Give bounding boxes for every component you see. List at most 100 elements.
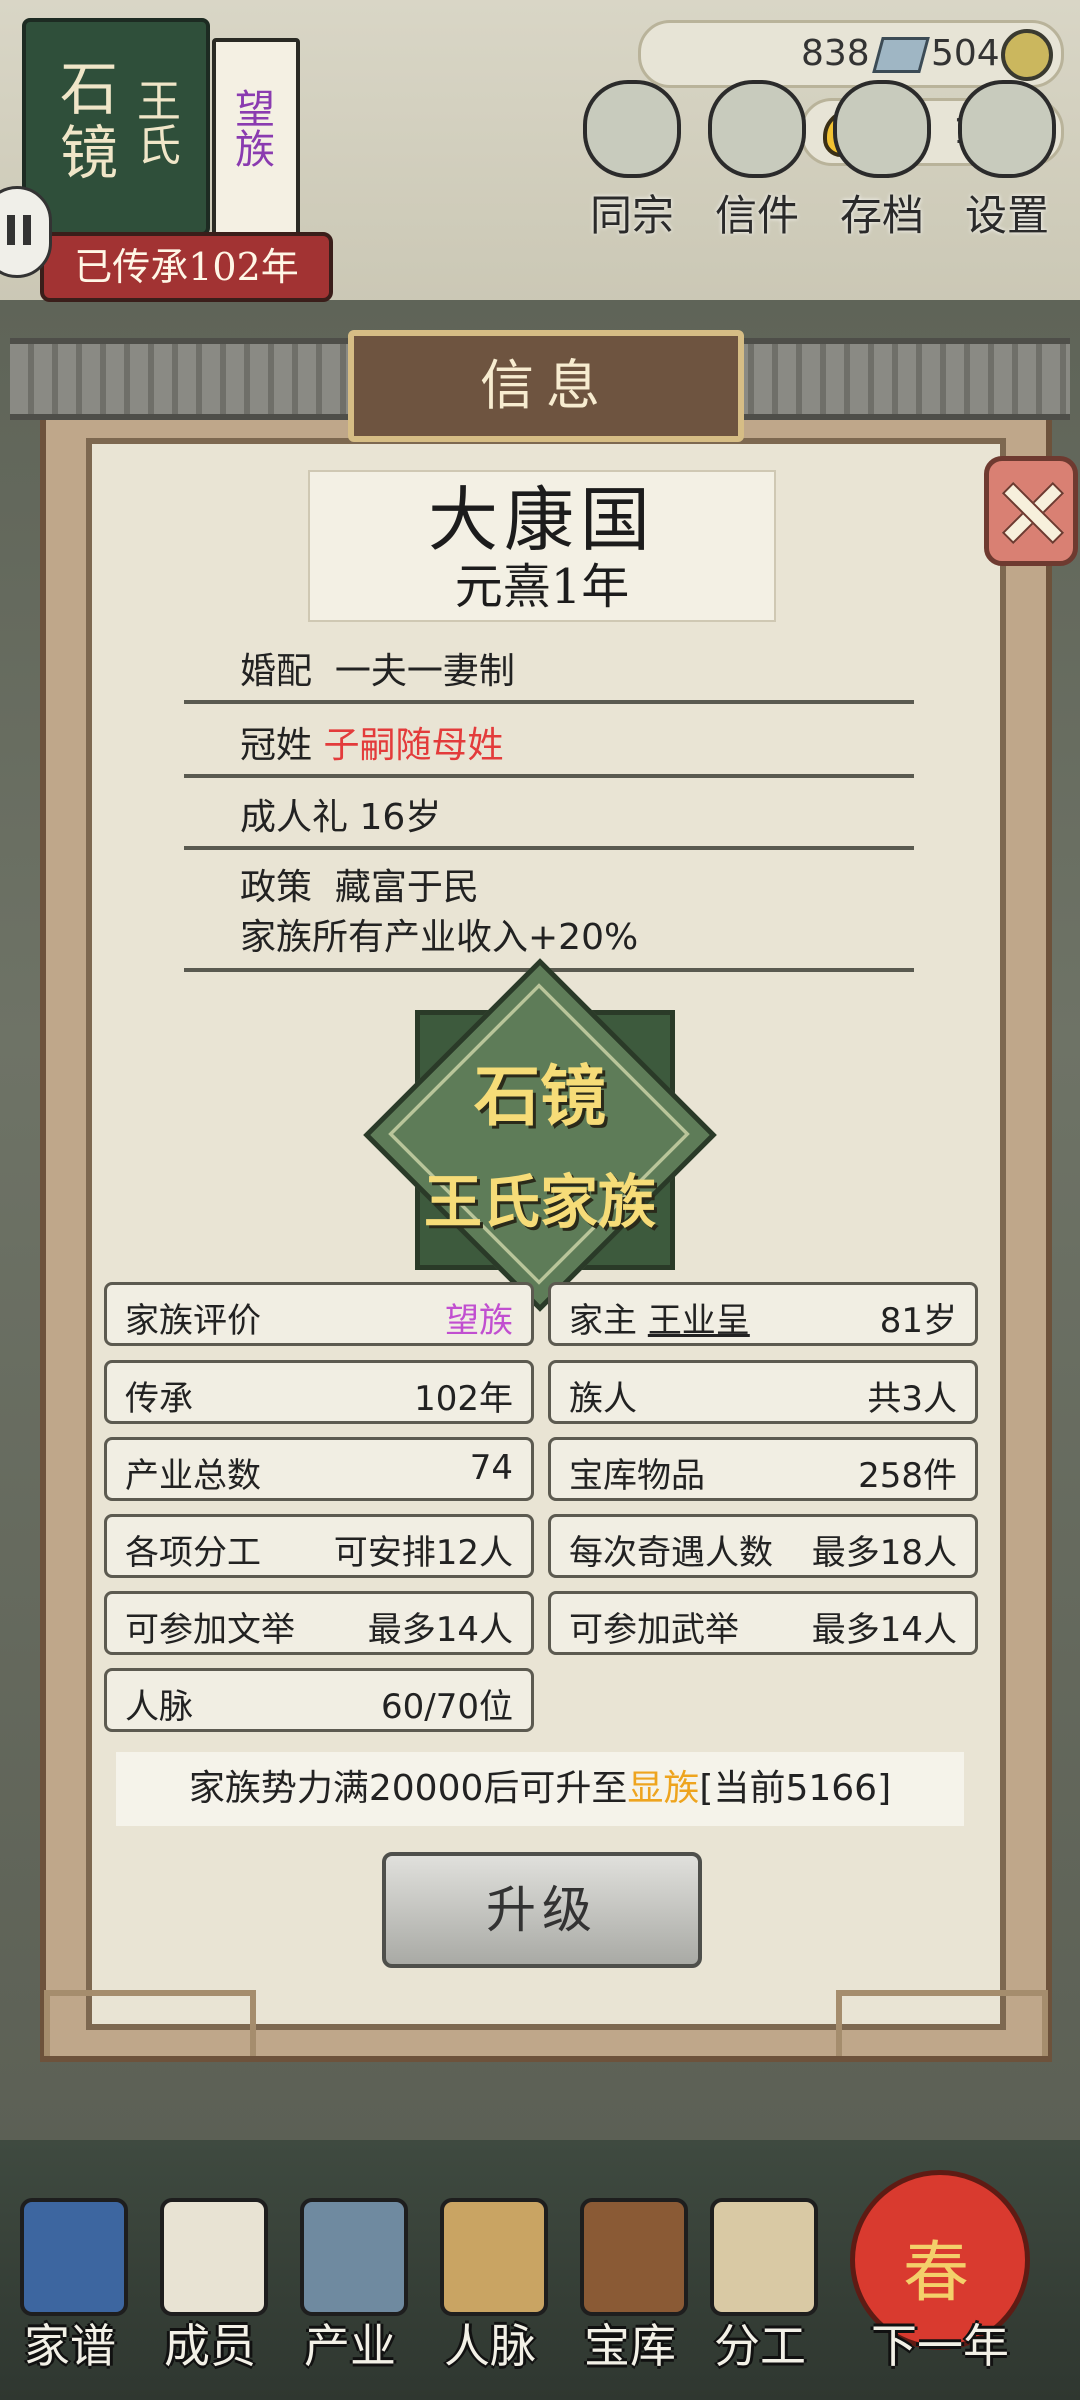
era-year: 元熹1年 bbox=[454, 559, 630, 615]
scroll-brush-icon bbox=[833, 80, 931, 178]
adult-rite-key: 成人礼 bbox=[240, 797, 349, 838]
nav-assignments-label: 分工 bbox=[714, 2319, 806, 2373]
stat-civil-exam: 可参加文举 最多14人 bbox=[104, 1591, 534, 1655]
silver-count: 838 bbox=[801, 33, 870, 74]
menu-settings-label: 设置 bbox=[964, 191, 1049, 240]
scroll-icon bbox=[710, 2198, 818, 2316]
nav-connections[interactable]: 人脉 bbox=[430, 2178, 550, 2373]
stat-value: 可安排12人 bbox=[333, 1533, 513, 1573]
genealogy-book-icon bbox=[20, 2198, 128, 2316]
nav-members[interactable]: 成员 bbox=[150, 2178, 270, 2373]
nav-industry[interactable]: 产业 bbox=[290, 2178, 410, 2373]
policy-text: 政策 藏富于民 bbox=[240, 858, 479, 910]
book-title: 石镜 bbox=[50, 58, 118, 186]
family-book-badge[interactable]: 石镜 王氏 望族 bbox=[22, 18, 300, 238]
surname-text: 冠姓 子嗣随母姓 bbox=[240, 716, 503, 768]
stat-key: 族人 bbox=[569, 1379, 637, 1419]
nav-next-year[interactable]: 下一年 bbox=[870, 2178, 1010, 2373]
surname-key: 冠姓 bbox=[240, 725, 313, 766]
info-row-marriage: 婚配 一夫一妻制 bbox=[184, 636, 914, 704]
copper-coin-icon bbox=[1001, 29, 1053, 81]
book-subtitle: 王氏 bbox=[129, 78, 180, 166]
clan-book-icon bbox=[583, 80, 681, 178]
stat-key: 可参加文举 bbox=[125, 1610, 295, 1650]
gear-icon bbox=[958, 80, 1056, 178]
nav-genealogy-label: 家谱 bbox=[24, 2319, 116, 2373]
stat-connections: 人脉 60/70位 bbox=[104, 1668, 534, 1732]
policy-detail: 家族所有产业收入+20% bbox=[240, 917, 639, 958]
stat-value: 74 bbox=[469, 1448, 513, 1488]
pause-icon bbox=[7, 215, 15, 245]
stat-key: 传承 bbox=[125, 1379, 193, 1419]
stat-key: 家主 bbox=[569, 1301, 637, 1341]
info-row-surname: 冠姓 子嗣随母姓 bbox=[184, 710, 914, 778]
stat-industry-total: 产业总数 74 bbox=[104, 1437, 534, 1501]
close-button[interactable] bbox=[984, 456, 1078, 566]
copper-count: 504 bbox=[931, 33, 1000, 74]
marriage-text: 婚配 一夫一妻制 bbox=[240, 642, 515, 694]
nav-genealogy[interactable]: 家谱 bbox=[10, 2178, 130, 2373]
stat-value: 258件 bbox=[858, 1456, 957, 1496]
emblem-subtitle: 王氏家族 bbox=[423, 1168, 656, 1236]
inherit-years-banner: 已传承102年 bbox=[40, 232, 333, 302]
menu-settings-button[interactable]: 设置 bbox=[947, 80, 1067, 339]
treasure-chest-icon bbox=[580, 2198, 688, 2316]
member-portrait-icon bbox=[160, 2198, 268, 2316]
nav-treasury[interactable]: 宝库 bbox=[570, 2178, 690, 2373]
upgrade-button[interactable]: 升级 bbox=[382, 1852, 702, 1968]
adult-rite-value: 16岁 bbox=[359, 797, 442, 838]
pause-button[interactable] bbox=[0, 186, 52, 278]
country-name: 大康国 bbox=[428, 479, 656, 561]
stat-value: 最多14人 bbox=[811, 1610, 957, 1650]
policy-key: 政策 bbox=[240, 867, 313, 908]
stat-value: 共3人 bbox=[867, 1379, 957, 1419]
fence-left bbox=[44, 1990, 256, 2056]
policy-value: 藏富于民 bbox=[334, 867, 479, 908]
upgrade-note-text: 家族势力满20000后可升至 bbox=[188, 1768, 628, 1809]
stat-key: 家族评价 bbox=[125, 1301, 261, 1341]
stat-key: 产业总数 bbox=[125, 1456, 261, 1496]
nav-industry-label: 产业 bbox=[304, 2319, 396, 2373]
nav-connections-label: 人脉 bbox=[444, 2319, 536, 2373]
stat-encounter-limit: 每次奇遇人数 最多18人 bbox=[548, 1514, 978, 1578]
stat-treasury-items: 宝库物品 258件 bbox=[548, 1437, 978, 1501]
menu-save-button[interactable]: 存档 bbox=[822, 80, 942, 339]
stat-value: 60/70位 bbox=[381, 1687, 513, 1727]
letter-icon bbox=[708, 80, 806, 178]
stat-patriarch: 家主 王业呈 81岁 bbox=[548, 1282, 978, 1346]
pavilion-icon bbox=[300, 2198, 408, 2316]
nav-treasury-label: 宝库 bbox=[584, 2319, 676, 2373]
stat-value: 81岁 bbox=[879, 1301, 957, 1341]
marriage-key: 婚配 bbox=[240, 651, 313, 692]
menu-letters-button[interactable]: 信件 bbox=[697, 80, 817, 339]
silver-ingot-icon bbox=[872, 37, 930, 73]
stat-key: 宝库物品 bbox=[569, 1456, 705, 1496]
emblem-title: 石镜 bbox=[474, 1057, 606, 1135]
next-rank-text: 显族 bbox=[627, 1768, 700, 1809]
stat-key: 人脉 bbox=[125, 1687, 193, 1727]
menu-clan-label: 同宗 bbox=[589, 191, 674, 240]
patriarch-name-link[interactable]: 王业呈 bbox=[648, 1301, 750, 1341]
family-emblem: 石镜 王氏家族 bbox=[360, 955, 720, 1315]
country-card: 大康国 元熹1年 bbox=[308, 470, 776, 622]
stat-key: 可参加武举 bbox=[569, 1610, 739, 1650]
pause-icon-bar bbox=[23, 215, 31, 245]
book-rank-tag: 望族 bbox=[228, 88, 274, 168]
currency-bar-silver-copper: 838 504 bbox=[638, 20, 1064, 88]
stat-value: 102年 bbox=[414, 1379, 513, 1419]
stat-inheritance: 传承 102年 bbox=[104, 1360, 534, 1424]
menu-clan-button[interactable]: 同宗 bbox=[572, 80, 692, 339]
stat-key: 每次奇遇人数 bbox=[569, 1533, 773, 1573]
nav-assignments[interactable]: 分工 bbox=[700, 2178, 820, 2373]
stat-value: 最多14人 bbox=[367, 1610, 513, 1650]
nav-members-label: 成员 bbox=[164, 2319, 256, 2373]
marriage-value: 一夫一妻制 bbox=[334, 651, 515, 692]
stat-military-exam: 可参加武举 最多14人 bbox=[548, 1591, 978, 1655]
adult-rite-text: 成人礼 16岁 bbox=[240, 788, 441, 840]
info-row-adult-rite: 成人礼 16岁 bbox=[184, 782, 914, 850]
nav-next-year-label: 下一年 bbox=[871, 2319, 1009, 2373]
stat-value: 最多18人 bbox=[811, 1533, 957, 1573]
stat-value: 望族 bbox=[445, 1301, 513, 1341]
fence-right bbox=[836, 1990, 1048, 2056]
network-icon bbox=[440, 2198, 548, 2316]
